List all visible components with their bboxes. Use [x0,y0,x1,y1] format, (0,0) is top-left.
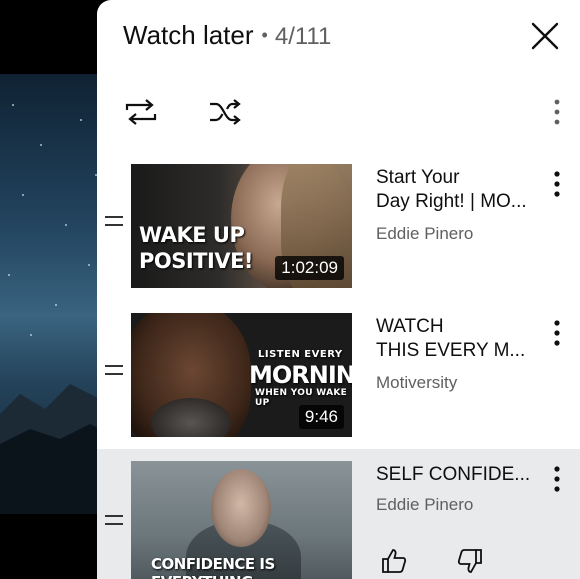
thumbnail-text-line: POSITIVE! [139,249,254,273]
more-vert-icon [554,99,560,125]
drag-handle-icon[interactable] [105,515,123,531]
playlist-item[interactable]: LISTEN EVERY MORNING WHEN YOU WAKE UP 9:… [97,299,580,447]
thumbs-up-icon [382,549,407,573]
like-button[interactable] [380,547,408,575]
close-button[interactable] [527,18,563,54]
thumbnail-text-line: LISTEN EVERY [258,349,343,360]
close-icon [531,22,559,50]
channel-name: Eddie Pinero [376,495,474,514]
thumbnail-text-line: WAKE UP [139,223,245,247]
playlist-name: Watch later [123,20,254,50]
dislike-button[interactable] [456,547,484,575]
loop-icon [125,99,157,125]
video-thumbnail[interactable]: CONFIDENCE IS EVERYTHING [131,461,352,579]
playlist-header: Watch later • 4/111 [97,0,580,74]
item-menu-button[interactable] [547,168,567,200]
video-title[interactable]: Start Your [376,166,544,190]
more-vert-icon [554,320,560,346]
more-vert-icon [554,466,560,492]
playlist-item[interactable]: WAKE UP POSITIVE! 1:02:09 Start Your Day… [97,150,580,298]
title-separator: • [261,25,268,45]
more-vert-icon [554,171,560,197]
rating-actions [376,547,496,579]
item-menu-button[interactable] [547,317,567,349]
drag-handle-icon[interactable] [105,216,123,232]
shuffle-button[interactable] [207,96,243,128]
playlist-panel: Watch later • 4/111 WAKE UP POSITIVE! 1:… [97,0,580,579]
video-thumbnail[interactable]: LISTEN EVERY MORNING WHEN YOU WAKE UP 9:… [131,313,352,437]
shuffle-icon [210,99,241,125]
mountain-silhouette [0,384,110,514]
video-meta: WATCH THIS EVERY M... Motiversity [376,315,544,395]
playlist-menu-button[interactable] [547,96,567,128]
drag-handle-icon[interactable] [105,365,123,381]
channel-name: Motiversity [376,373,458,392]
loop-button[interactable] [123,96,159,128]
channel-name: Eddie Pinero [376,224,474,243]
playlist-title: Watch later • 4/111 [123,20,331,51]
video-title[interactable]: SELF CONFIDE... [376,463,544,487]
thumbs-down-icon [457,549,482,573]
thumbnail-text-line: CONFIDENCE IS EVERYTHING [151,555,275,579]
playlist-controls [97,84,580,140]
video-title[interactable]: Day Right! | MO... [376,190,544,214]
video-thumbnail[interactable]: WAKE UP POSITIVE! 1:02:09 [131,164,352,288]
item-menu-button[interactable] [547,463,567,495]
thumbnail-text-line: MORNING [249,361,352,389]
video-meta: Start Your Day Right! | MO... Eddie Pine… [376,166,544,246]
playlist-item-active[interactable]: CONFIDENCE IS EVERYTHING SELF CONFIDE...… [97,449,580,579]
duration-badge: 1:02:09 [275,256,344,280]
video-title[interactable]: THIS EVERY M... [376,339,544,363]
playlist-position: 4/111 [274,23,332,50]
duration-badge: 9:46 [298,405,344,429]
video-meta: SELF CONFIDE... Eddie Pinero [376,463,544,517]
thumbnail-caption: WAKE UP POSITIVE! [139,222,254,274]
night-sky-image [0,74,110,514]
video-title[interactable]: WATCH [376,315,544,339]
